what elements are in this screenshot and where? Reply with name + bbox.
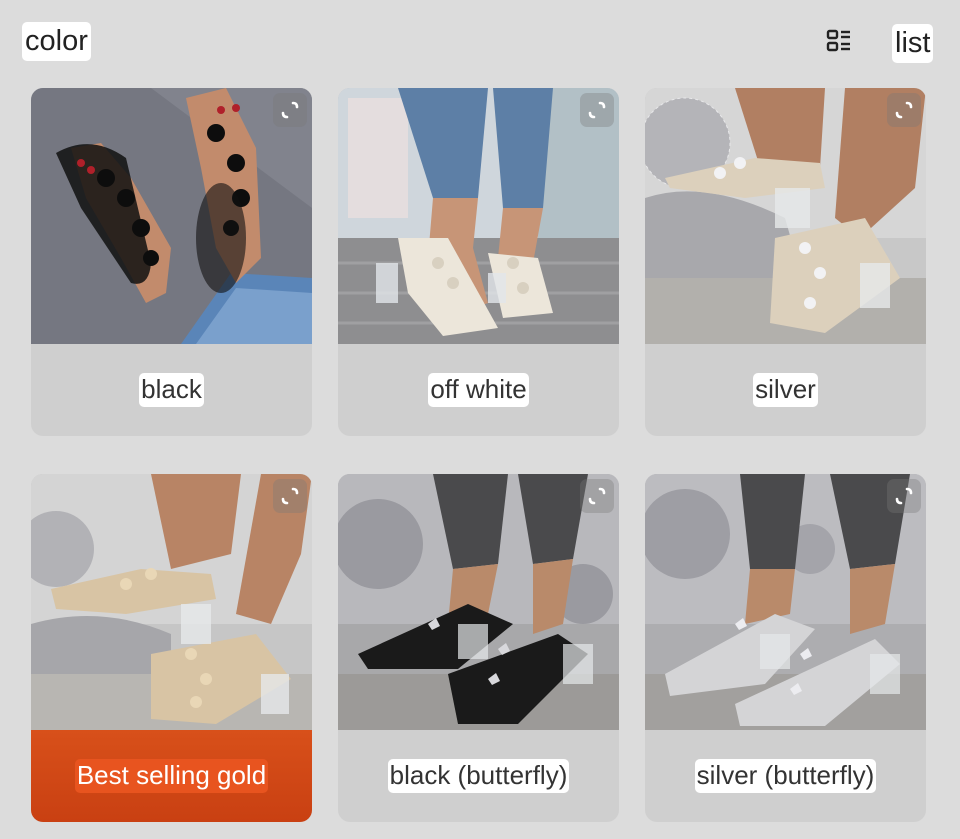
option-label-area: black xyxy=(31,344,312,436)
expand-icon[interactable] xyxy=(273,93,307,127)
expand-icon[interactable] xyxy=(273,479,307,513)
color-option-black[interactable]: black xyxy=(31,88,312,436)
color-option-silver[interactable]: silver xyxy=(645,88,926,436)
expand-icon[interactable] xyxy=(887,93,921,127)
option-label: Best selling gold xyxy=(74,759,269,793)
expand-icon[interactable] xyxy=(887,479,921,513)
option-label-area: silver (butterfly) xyxy=(645,730,926,822)
option-label-area: off white xyxy=(338,344,619,436)
section-title: color xyxy=(22,22,91,61)
view-toggle[interactable]: list xyxy=(826,24,934,63)
color-picker-page: color list black off white silver Best s… xyxy=(0,0,960,839)
option-label: silver xyxy=(753,373,818,407)
color-option-black-butterfly[interactable]: black (butterfly) xyxy=(338,474,619,822)
product-photo xyxy=(645,474,926,730)
list-view-icon[interactable] xyxy=(826,27,852,61)
expand-icon[interactable] xyxy=(580,93,614,127)
color-option-silver-butterfly[interactable]: silver (butterfly) xyxy=(645,474,926,822)
color-option-off-white[interactable]: off white xyxy=(338,88,619,436)
product-photo xyxy=(31,88,312,344)
product-photo xyxy=(31,474,312,730)
expand-icon[interactable] xyxy=(580,479,614,513)
list-view-label[interactable]: list xyxy=(892,24,934,63)
option-label-area: black (butterfly) xyxy=(338,730,619,822)
color-options-grid: black off white silver Best selling gold… xyxy=(31,88,926,822)
option-label: silver (butterfly) xyxy=(694,759,877,793)
color-option-best-selling-gold[interactable]: Best selling gold xyxy=(31,474,312,822)
product-photo xyxy=(338,88,619,344)
product-photo xyxy=(338,474,619,730)
product-photo xyxy=(645,88,926,344)
option-label-area: silver xyxy=(645,344,926,436)
option-label: off white xyxy=(428,373,529,407)
option-label: black xyxy=(139,373,204,407)
option-label-area: Best selling gold xyxy=(31,730,312,822)
option-label: black (butterfly) xyxy=(387,759,570,793)
